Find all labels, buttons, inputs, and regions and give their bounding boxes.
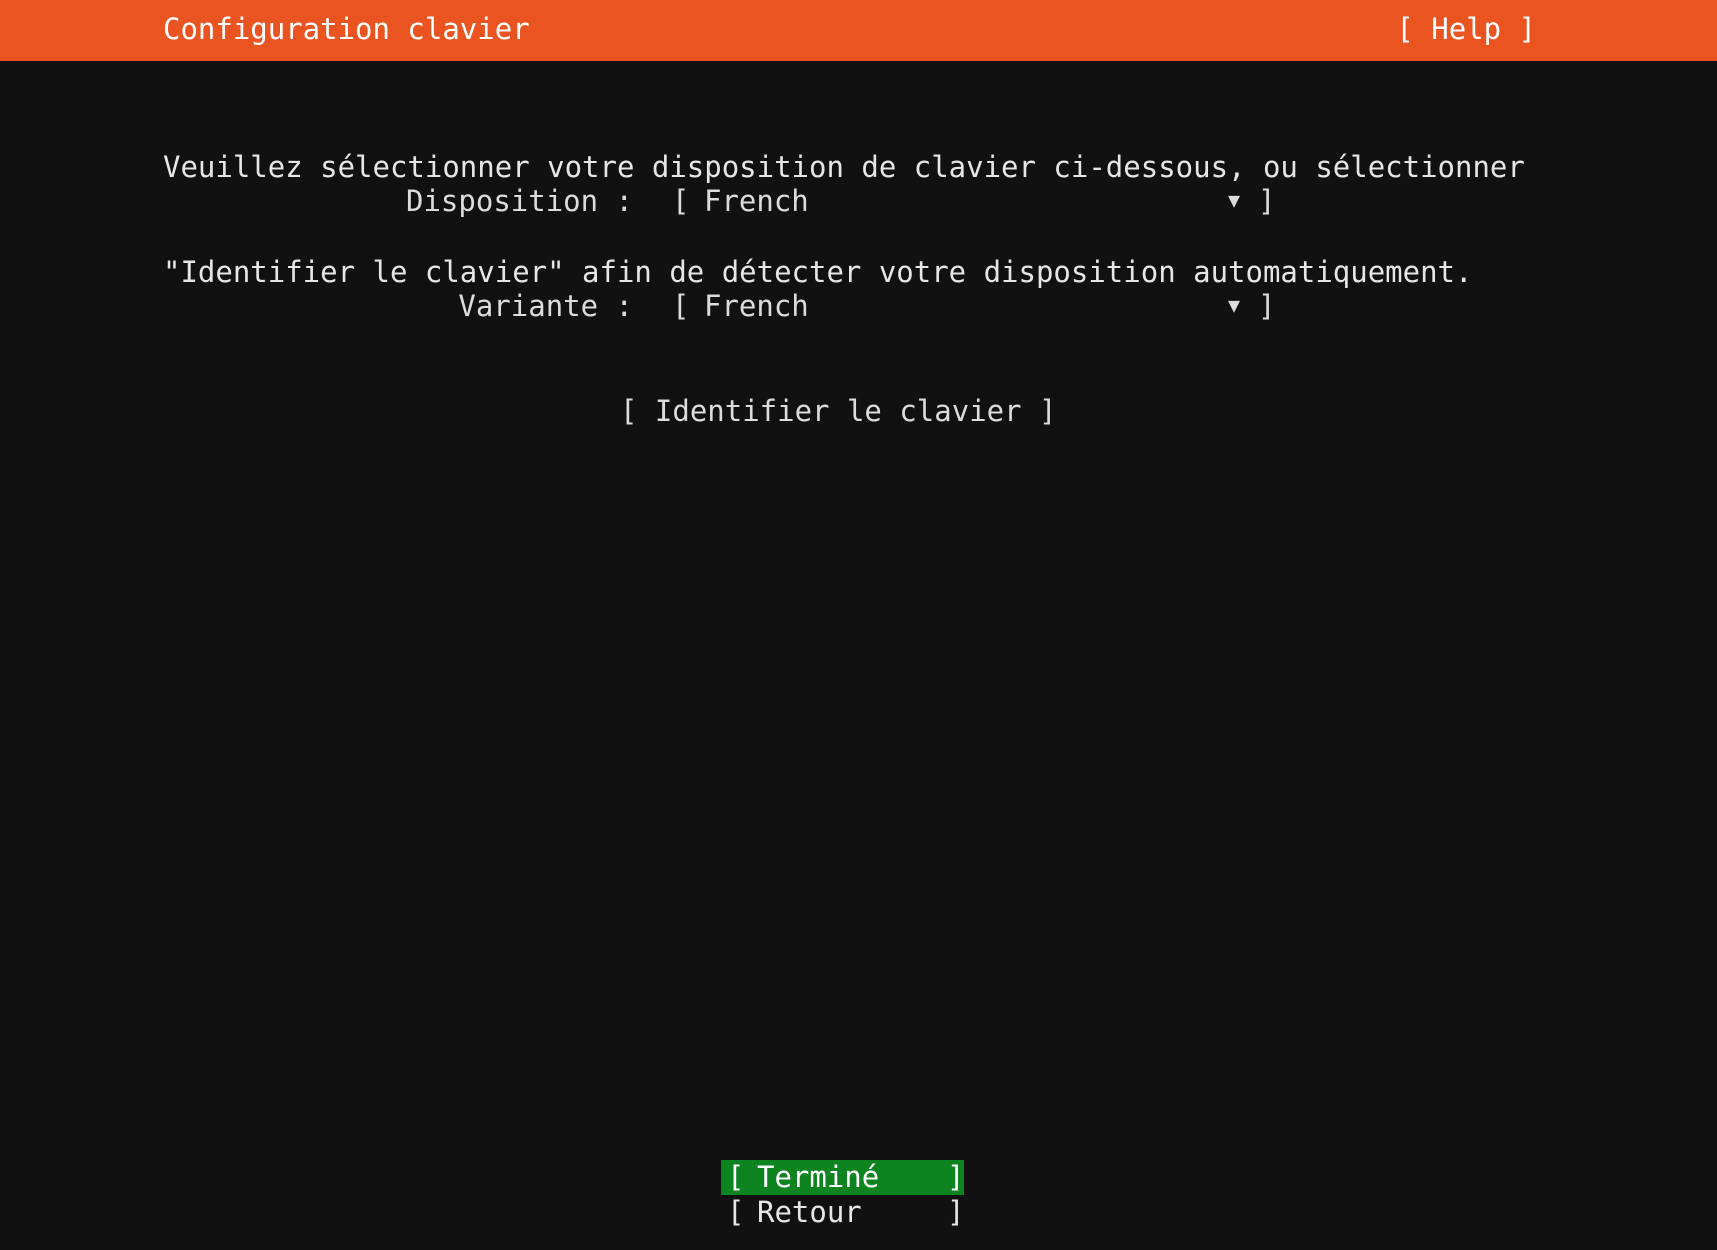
identify-keyboard-button[interactable]: [ Identifier le clavier ] [620,394,1057,429]
done-button[interactable]: [ Terminé ] [721,1160,964,1195]
bracket-left: [ [672,289,690,323]
variant-value: French [704,289,809,323]
layout-label: Disposition : [406,184,633,218]
page-title: Configuration clavier [163,12,530,46]
bracket-right: ] [1258,184,1276,218]
done-label: Terminé [757,1160,880,1194]
intro-line-1: Veuillez sélectionner votre disposition … [163,150,1525,184]
back-label: Retour [757,1195,862,1229]
intro-line-2: "Identifier le clavier" afin de détecter… [163,255,1473,289]
chevron-down-icon: ▼ [1228,188,1241,212]
bracket-right: ] [947,1160,965,1194]
bracket-left: [ [672,184,690,218]
layout-row: Disposition : [ French ▼ ] [0,184,1717,224]
bracket-left: [ [727,1195,745,1229]
layout-dropdown[interactable]: [ French ▼ ] [672,184,1276,220]
layout-value: French [704,184,809,218]
bracket-right: ] [947,1195,965,1229]
bracket-left: [ [727,1160,745,1194]
variant-dropdown[interactable]: [ French ▼ ] [672,289,1276,325]
bracket-right: ] [1258,289,1276,323]
back-button[interactable]: [ Retour ] [721,1195,964,1230]
help-button[interactable]: [ Help ] [1396,12,1536,47]
variant-label: Variante : [458,289,633,323]
variant-row: Variante : [ French ▼ ] [0,289,1717,329]
chevron-down-icon: ▼ [1228,293,1241,317]
header-bar: Configuration clavier [ Help ] [0,0,1717,61]
